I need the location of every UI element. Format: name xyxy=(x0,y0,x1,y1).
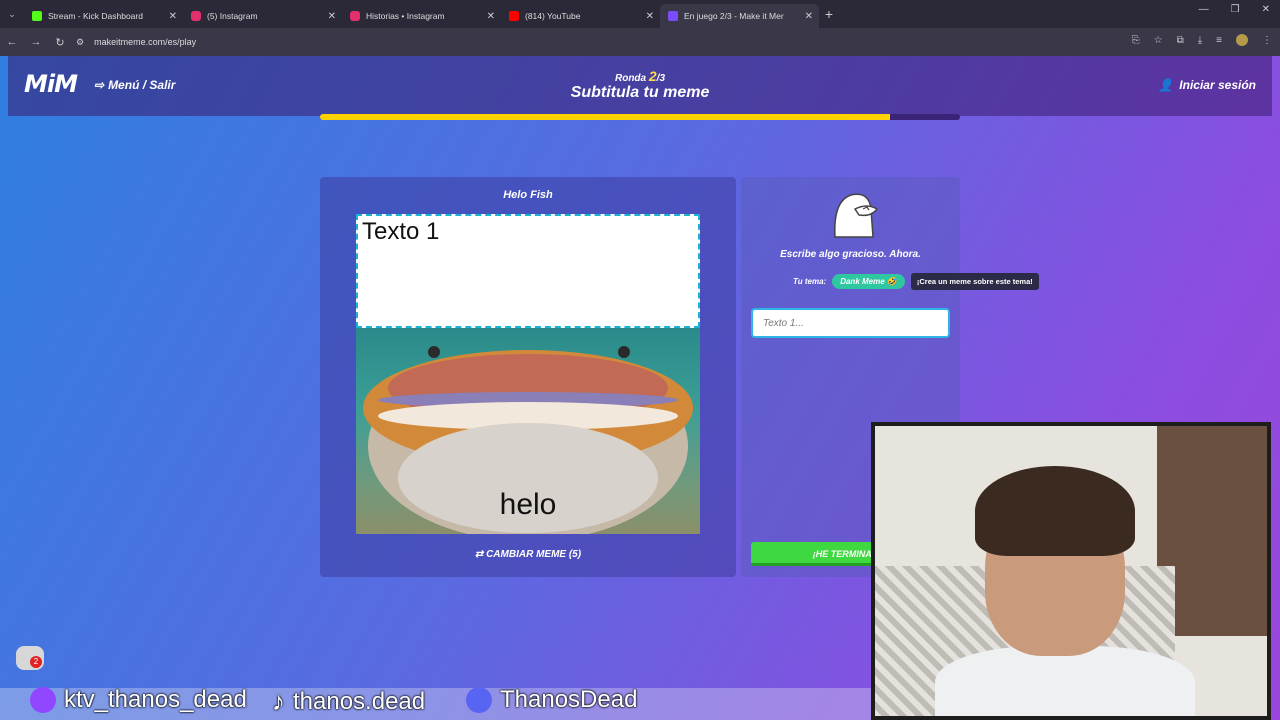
meme-preview-card: Helo Fish Texto 1 helo ⇄ CAMBIAR MEME (5… xyxy=(320,177,736,577)
change-meme-label: CAMBIAR MEME (5) xyxy=(486,549,582,560)
meme-name: Helo Fish xyxy=(503,189,553,201)
theme-pill[interactable]: Dank Meme 🤣 xyxy=(832,274,905,289)
back-icon[interactable]: ← xyxy=(0,36,24,48)
social-handle: ktv_thanos_dead xyxy=(64,686,247,713)
webcam-person-shirt xyxy=(935,646,1195,716)
maximize-icon[interactable]: ❐ xyxy=(1231,4,1240,15)
meme-image-caption: helo xyxy=(499,488,557,521)
browser-tab[interactable]: Historias • Instagram ✕ xyxy=(342,4,501,28)
window-controls: — ❐ ✕ xyxy=(1199,4,1280,15)
kick-icon xyxy=(32,11,42,21)
round-current: 2 xyxy=(648,68,657,84)
browser-tab[interactable]: (5) Instagram ✕ xyxy=(183,4,342,28)
tab-title: (5) Instagram xyxy=(207,11,258,21)
round-indicator: Ronda 2/3 xyxy=(8,68,1272,84)
chat-badge: 2 xyxy=(30,656,42,668)
address-bar: ← → ↻ ⚙ makeitmeme.com/es/play ⎘ ☆ ⧉ ⤓ ≡… xyxy=(0,28,1280,56)
meme-text-box-label: Texto 1 xyxy=(362,218,440,245)
round-total: /3 xyxy=(656,73,666,84)
minimize-icon[interactable]: — xyxy=(1199,4,1209,15)
reading-list-icon[interactable]: ≡ xyxy=(1216,35,1222,46)
close-tab-icon[interactable]: ✕ xyxy=(169,11,177,22)
game-page: MiM ⇨ Menú / Salir Ronda 2/3 Subtitula t… xyxy=(0,56,1280,720)
meme-text-box[interactable]: Texto 1 xyxy=(356,214,700,328)
prompt-text: Escribe algo gracioso. Ahora. xyxy=(780,249,921,260)
tab-search-icon[interactable]: ⌄ xyxy=(0,9,24,20)
social-kick: ktv_thanos_dead xyxy=(30,686,247,714)
forward-icon[interactable]: → xyxy=(24,36,48,48)
close-tab-icon[interactable]: ✕ xyxy=(805,11,813,22)
round-label: Ronda xyxy=(614,73,647,84)
meme-image: helo xyxy=(356,328,700,534)
tab-title: Stream - Kick Dashboard xyxy=(48,11,143,21)
profile-avatar[interactable] xyxy=(1236,34,1248,46)
browser-tab-active[interactable]: En juego 2/3 - Make it Mer ✕ xyxy=(660,4,819,28)
social-handle: thanos.dead xyxy=(293,687,426,715)
phase-title: Subtitula tu meme xyxy=(570,84,710,101)
caption-text-input[interactable] xyxy=(751,308,950,338)
webcam-overlay xyxy=(871,422,1271,720)
tab-title: (814) YouTube xyxy=(525,11,581,21)
new-tab-icon[interactable]: + xyxy=(819,6,839,22)
browser-toolbar: ⎘ ☆ ⧉ ⤓ ≡ ⋮ xyxy=(1132,34,1272,46)
game-header: MiM ⇨ Menú / Salir Ronda 2/3 Subtitula t… xyxy=(8,56,1272,116)
mascot-icon xyxy=(834,193,879,238)
tiktok-icon: ♪ xyxy=(272,686,285,716)
kick-social-icon xyxy=(30,687,56,713)
tab-title: Historias • Instagram xyxy=(366,11,445,21)
youtube-icon xyxy=(509,11,519,21)
login-label: Iniciar sesión xyxy=(1179,78,1256,92)
social-discord: ThanosDead xyxy=(466,686,637,714)
extensions-icon[interactable]: ⧉ xyxy=(1177,35,1184,46)
browser-tab-bar: ⌄ Stream - Kick Dashboard ✕ (5) Instagra… xyxy=(0,0,1280,28)
social-handle: ThanosDead xyxy=(500,686,638,713)
close-window-icon[interactable]: ✕ xyxy=(1262,4,1270,15)
install-app-icon[interactable]: ⎘ xyxy=(1132,35,1140,46)
theme-label: Tu tema: xyxy=(793,277,827,286)
reload-icon[interactable]: ↻ xyxy=(48,36,72,49)
browser-tab[interactable]: (814) YouTube ✕ xyxy=(501,4,660,28)
close-tab-icon[interactable]: ✕ xyxy=(487,11,495,22)
instagram-icon xyxy=(191,11,201,21)
bookmark-star-icon[interactable]: ☆ xyxy=(1154,35,1163,46)
site-settings-icon[interactable]: ⚙ xyxy=(76,37,84,48)
close-tab-icon[interactable]: ✕ xyxy=(328,11,336,22)
social-tiktok: ♪ thanos.dead xyxy=(272,686,425,717)
browser-tab[interactable]: Stream - Kick Dashboard ✕ xyxy=(24,4,183,28)
change-meme-button[interactable]: ⇄ CAMBIAR MEME (5) xyxy=(320,549,736,560)
shuffle-icon: ⇄ xyxy=(474,549,484,560)
theme-row: Tu tema: Dank Meme 🤣 ¡Crea un meme sobre… xyxy=(793,273,1039,290)
tab-title: En juego 2/3 - Make it Mer xyxy=(684,11,784,21)
login-button[interactable]: 👤 Iniciar sesión xyxy=(1158,78,1256,92)
download-icon[interactable]: ⤓ xyxy=(1198,35,1202,46)
theme-value: Dank Meme xyxy=(840,277,885,286)
close-tab-icon[interactable]: ✕ xyxy=(646,11,654,22)
timer-progress-fill xyxy=(320,114,890,120)
more-menu-icon[interactable]: ⋮ xyxy=(1262,35,1272,46)
url-field[interactable]: ⚙ makeitmeme.com/es/play xyxy=(76,37,196,48)
theme-emoji-icon: 🤣 xyxy=(886,277,897,286)
theme-tooltip: ¡Crea un meme sobre este tema! xyxy=(910,273,1039,290)
user-icon: 👤 xyxy=(1158,78,1174,92)
webcam-person-hair xyxy=(975,466,1135,556)
meme-canvas: Texto 1 helo xyxy=(356,214,700,534)
url-text: makeitmeme.com/es/play xyxy=(94,37,197,47)
timer-progress-bar xyxy=(320,114,960,120)
discord-icon xyxy=(466,687,492,713)
makeitmeme-icon xyxy=(668,11,678,21)
instagram-icon xyxy=(350,11,360,21)
